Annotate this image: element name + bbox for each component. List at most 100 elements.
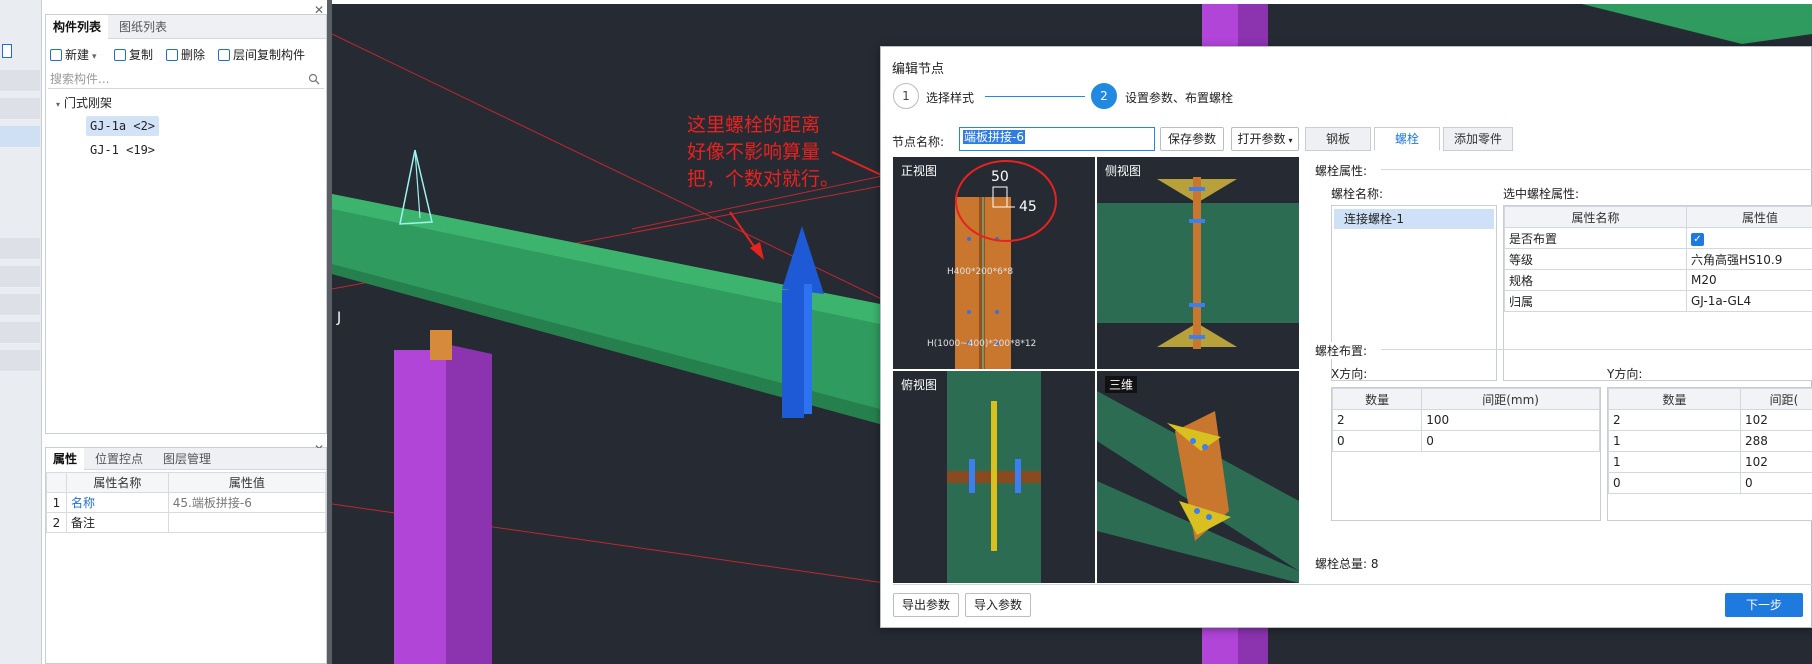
- top-view[interactable]: 俯视图: [893, 371, 1095, 583]
- beam-section-label: H400*200*6*8: [947, 267, 1014, 277]
- chevron-down-icon[interactable]: ▾: [92, 52, 97, 62]
- step-1-label[interactable]: 选择样式: [926, 89, 974, 106]
- search-input[interactable]: [48, 69, 300, 89]
- dialog-title: 编辑节点: [892, 62, 945, 77]
- left-toolbar: [0, 0, 42, 664]
- properties-tabbar: 属性 位置控点 图层管理: [46, 448, 326, 470]
- column-header: 间距(: [1740, 388, 1812, 410]
- table-row[interactable]: 1 288: [1608, 430, 1812, 452]
- table-row[interactable]: 归属 GJ-1a-GL4: [1504, 290, 1812, 312]
- table-row[interactable]: 0 0: [1608, 472, 1812, 494]
- divider: [1381, 349, 1812, 350]
- toolbar-button[interactable]: [0, 126, 40, 148]
- front-view-drawing: [955, 160, 1057, 369]
- toolbar-button[interactable]: [0, 98, 40, 120]
- bolt-props-table: 属性名称 属性值 是否布置 ✓ 等级 六角高强HS10.9 规格 M20 归属 …: [1504, 206, 1812, 312]
- step-2-circle[interactable]: 2: [1091, 83, 1117, 109]
- import-params-button[interactable]: 导入参数: [965, 593, 1031, 617]
- tab-drawing-list[interactable]: 图纸列表: [112, 15, 174, 39]
- table-row[interactable]: 2 100: [1331, 409, 1600, 431]
- save-params-button[interactable]: 保存参数: [1160, 127, 1224, 151]
- divider: [893, 584, 1812, 585]
- table-row[interactable]: 2 备注: [46, 512, 327, 533]
- layer-icon[interactable]: [2, 44, 12, 58]
- table-row[interactable]: 等级 六角高强HS10.9: [1504, 248, 1812, 270]
- tree-item-gj-1[interactable]: GJ-1 <19>: [86, 140, 159, 160]
- 3d-view[interactable]: 三维: [1097, 371, 1299, 583]
- axis-label: J: [337, 310, 342, 326]
- delete-button[interactable]: 删除: [166, 45, 205, 65]
- annotation-text: 这里螺栓的距离 好像不影响算量 把，个数对就行。: [687, 114, 840, 190]
- front-view-title: 正视图: [901, 164, 938, 178]
- bolt-total-label: 螺栓总量: 8: [1315, 557, 1379, 571]
- column-header: 属性值: [1686, 206, 1812, 228]
- table-row[interactable]: 1 名称 45.端板拼接-6: [46, 492, 327, 513]
- y-direction-grid: 数量 间距( 2 102 1 288 1 102 0 0: [1607, 387, 1812, 521]
- component-tabbar: 构件列表 图纸列表: [46, 15, 326, 39]
- tab-steel-plate[interactable]: 钢板: [1305, 127, 1371, 151]
- step-2-label[interactable]: 设置参数、布置螺栓: [1125, 89, 1233, 106]
- tab-add-part[interactable]: 添加零件: [1443, 127, 1513, 151]
- table-header: 属性名称 属性值: [1504, 206, 1812, 228]
- column-header: 数量: [1608, 388, 1741, 410]
- x-direction-grid: 数量 间距(mm) 2 100 0 0: [1331, 387, 1601, 521]
- list-item[interactable]: 连接螺栓-1: [1334, 209, 1494, 229]
- table-row[interactable]: 1 102: [1608, 451, 1812, 473]
- checkbox[interactable]: ✓: [1691, 232, 1704, 246]
- table-row[interactable]: 是否布置 ✓: [1504, 227, 1812, 249]
- front-view[interactable]: 正视图 50 45 H400*200*6*8 H(1000~400)*200*8…: [893, 157, 1095, 369]
- toolbar-button[interactable]: [0, 238, 40, 260]
- tab-component-list[interactable]: 构件列表: [46, 15, 109, 39]
- table-header: 属性名称 属性值: [46, 472, 327, 493]
- column-header: 数量: [1331, 388, 1423, 410]
- toolbar-button[interactable]: [0, 294, 40, 316]
- bolt-name-label: 螺栓名称:: [1331, 187, 1384, 201]
- tab-layer-management[interactable]: 图层管理: [156, 448, 218, 470]
- chevron-down-icon: ▾: [1288, 136, 1293, 145]
- next-button[interactable]: 下一步: [1725, 593, 1803, 617]
- tree-node-portal-frame[interactable]: ▾ 门式刚架: [56, 93, 112, 113]
- chevron-down-icon[interactable]: ▾: [56, 100, 60, 109]
- table-header: 数量 间距(mm): [1331, 388, 1600, 410]
- node-name-input[interactable]: 端板拼接-6: [959, 127, 1155, 151]
- selected-bolt-props: 属性名称 属性值 是否布置 ✓ 等级 六角高强HS10.9 规格 M20 归属 …: [1503, 205, 1812, 381]
- y-direction-label: Y方向:: [1607, 367, 1643, 381]
- properties-panel: ✕ 属性 位置控点 图层管理 属性名称 属性值 1 名称 45.端板拼接-6 2…: [45, 442, 327, 664]
- node-name-label: 节点名称:: [892, 135, 945, 149]
- 3d-view-title: 三维: [1105, 376, 1138, 393]
- selected-bolt-label: 选中螺栓属性:: [1503, 187, 1580, 201]
- bolt-total-value: 8: [1370, 557, 1379, 571]
- tab-bolt[interactable]: 螺栓: [1374, 127, 1440, 151]
- tree-item-gj-1a[interactable]: GJ-1a <2>: [86, 116, 160, 136]
- toolbar-button[interactable]: [0, 266, 40, 288]
- floor-copy-button[interactable]: 层间复制构件: [218, 45, 305, 65]
- search-icon[interactable]: [308, 73, 320, 85]
- table-row[interactable]: 规格 M20: [1504, 269, 1812, 291]
- tab-position-control[interactable]: 位置控点: [88, 448, 150, 470]
- table-row[interactable]: 0 0: [1331, 430, 1600, 452]
- beam-section-label: H(1000~400)*200*8*12: [927, 339, 1037, 349]
- search-box: [48, 69, 324, 89]
- copy-icon: [114, 49, 126, 61]
- side-view-drawing: [1097, 177, 1299, 349]
- edit-node-dialog: 编辑节点 1 选择样式 2 设置参数、布置螺栓 节点名称: 端板拼接-6 保存参…: [880, 46, 1812, 628]
- side-view-title: 侧视图: [1105, 164, 1142, 178]
- bolt-layout-section-title: 螺栓布置:: [1315, 342, 1368, 359]
- open-params-button[interactable]: 打开参数 ▾: [1231, 127, 1299, 151]
- floor-copy-icon: [218, 49, 230, 61]
- tab-properties[interactable]: 属性: [46, 448, 85, 470]
- new-button[interactable]: 新建 ▾: [50, 45, 97, 65]
- toolbar-button[interactable]: [0, 70, 40, 92]
- 3d-view-drawing: [1097, 391, 1299, 583]
- copy-button[interactable]: 复制: [114, 45, 153, 65]
- toolbar-button[interactable]: [0, 350, 40, 372]
- toolbar-button[interactable]: [0, 322, 40, 344]
- component-toolbar: 新建 ▾ 复制 删除 层间复制构件: [46, 45, 326, 65]
- bolt-props-section-title: 螺栓属性:: [1315, 164, 1368, 178]
- table-row[interactable]: 2 102: [1608, 409, 1812, 431]
- divider: [1381, 169, 1812, 170]
- properties-table: 属性名称 属性值 1 名称 45.端板拼接-6 2 备注: [46, 472, 327, 533]
- side-view[interactable]: 侧视图: [1097, 157, 1299, 369]
- export-params-button[interactable]: 导出参数: [893, 593, 959, 617]
- step-1-circle[interactable]: 1: [893, 83, 919, 109]
